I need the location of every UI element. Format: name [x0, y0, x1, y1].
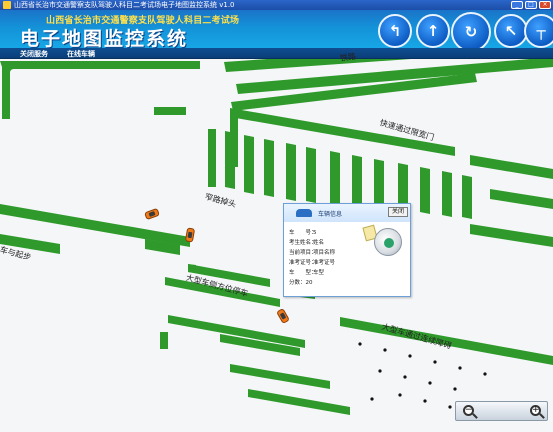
turn-left-sign-icon: ↰ — [378, 14, 412, 48]
obstacle-dot — [383, 348, 387, 352]
map-block — [208, 129, 216, 187]
map-block — [225, 131, 235, 189]
row-examinee: 考生姓名：姓名 — [289, 240, 325, 246]
zoom-controls: − + — [455, 401, 548, 421]
app-icon — [3, 1, 11, 9]
obstacle-dot — [453, 387, 457, 391]
roundabout-sign-icon: ↻ — [451, 12, 491, 48]
vehicle-info-popup: 车辆信息 关闭 车 号：5 考生姓名：姓名 当前项目：项目名称 准考证号：准考证… — [283, 203, 411, 297]
row-ticket-number: 准考证号：准考证号 — [289, 260, 336, 266]
obstacle-dot — [408, 354, 412, 358]
map-block — [442, 171, 452, 217]
map-block — [470, 224, 553, 247]
maximize-button[interactable]: □ — [525, 1, 537, 9]
tab-online-vehicles[interactable]: 在线车辆 — [62, 49, 100, 59]
obstacle-dot — [458, 366, 462, 370]
keep-left-sign-icon: ↖ — [494, 14, 528, 48]
close-window-button[interactable]: × — [539, 1, 551, 9]
magnifier-handle — [539, 413, 545, 419]
row-vehicle-type: 车 型：车型 — [289, 270, 325, 276]
go-straight-sign-icon: ↑ — [416, 14, 450, 48]
map-block — [264, 139, 274, 197]
obstacle-dot — [378, 369, 382, 373]
obstacle-dot — [398, 393, 402, 397]
map-block — [490, 189, 553, 209]
t-junction-sign-icon: ┬ — [524, 14, 553, 48]
label-railway: 铁路 — [339, 51, 357, 63]
gauge-icon — [374, 228, 402, 256]
map-block — [330, 151, 340, 205]
banner-title: 电子地图监控系统 — [20, 28, 189, 48]
obstacle-dot — [483, 372, 487, 376]
popup-header: 车辆信息 关闭 — [284, 204, 410, 222]
obstacle-dot — [433, 360, 437, 364]
map-block — [154, 107, 186, 115]
header-banner: 山西省长治市交通警察支队驾驶人科目二考试场 电子地图监控系统 ↰ ↑ ↻ ↖ ┬ — [0, 10, 553, 48]
map-block — [230, 364, 330, 389]
zoom-out-button[interactable]: − — [459, 404, 499, 419]
popup-rows: 车 号：5 考生姓名：姓名 当前项目：项目名称 准考证号：准考证号 车 型：车型… — [289, 228, 335, 288]
map-block — [286, 143, 296, 201]
obstacle-dot — [358, 342, 362, 346]
map-block — [470, 155, 553, 179]
tab-strip: 关闭服务 在线车辆 — [0, 48, 553, 59]
map-block — [352, 155, 362, 207]
obstacle-dot — [403, 375, 407, 379]
map-drawing — [0, 59, 553, 415]
car-icon — [296, 209, 312, 217]
zoom-in-button[interactable]: + — [504, 404, 545, 419]
obstacle-dot — [370, 397, 374, 401]
map-block — [462, 175, 472, 219]
tab-close-service[interactable]: 关闭服务 — [14, 49, 54, 59]
obstacle-dot — [448, 405, 452, 409]
row-score: 分数：20 — [289, 280, 313, 286]
map-block — [374, 159, 384, 209]
popup-close-button[interactable]: 关闭 — [388, 207, 408, 217]
map-block — [420, 167, 430, 214]
map-block — [248, 389, 350, 415]
row-car-number: 车 号：5 — [289, 230, 317, 236]
row-current-item: 当前项目：项目名称 — [289, 250, 336, 256]
popup-title: 车辆信息 — [318, 211, 343, 218]
magnifier-handle — [472, 413, 478, 419]
window-title-bar: 山西省长治市交通警察支队驾驶人科目二考试场电子地图监控系统 v1.0 _ □ × — [0, 0, 553, 10]
map-canvas[interactable]: 铁路 快速通过限宽门 窄路掉头 车与起步 大型车侧方位停车 大型车通过连续障碍 — [0, 52, 553, 432]
minimize-button[interactable]: _ — [511, 1, 523, 9]
map-block — [244, 135, 254, 194]
map-block — [306, 147, 316, 203]
obstacle-dot — [428, 381, 432, 385]
map-block — [160, 332, 168, 349]
obstacle-dot — [423, 399, 427, 403]
window-title: 山西省长治市交通警察支队驾驶人科目二考试场电子地图监控系统 v1.0 — [14, 1, 235, 9]
map-block — [188, 264, 196, 273]
